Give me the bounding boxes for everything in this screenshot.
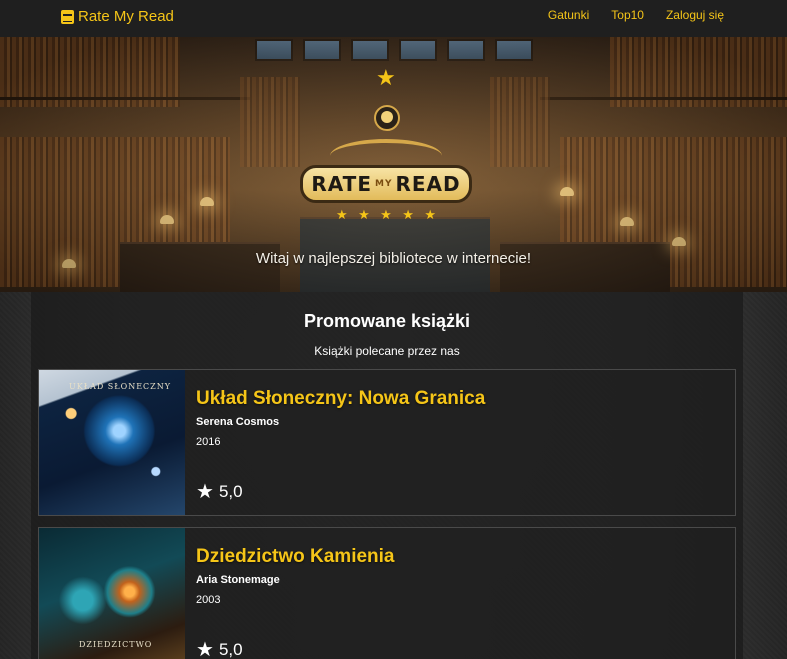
book-rating: ★ 5,0 [196, 482, 243, 502]
cover-title: DZIEDZICTWO [79, 640, 153, 649]
logo-word-my: MY [375, 179, 393, 189]
logo-word-rate: RATE [311, 172, 372, 196]
logo-banner: RATE MY READ [300, 165, 472, 203]
brand-label: Rate My Read [78, 8, 174, 25]
star-icon: ★ [424, 207, 436, 222]
book-card[interactable]: UKŁAD SŁONECZNY Układ Słoneczny: Nowa Gr… [38, 369, 736, 516]
logo-word-read: READ [395, 172, 461, 196]
book-year: 2016 [196, 436, 221, 448]
logo-stars: ★ ★ ★ ★ ★ [336, 207, 436, 223]
nav-link-top10[interactable]: Top10 [611, 8, 644, 22]
moon-icon [374, 105, 400, 131]
star-icon: ★ [336, 207, 348, 222]
star-icon: ★ [376, 65, 396, 90]
book-year: 2003 [196, 594, 221, 606]
nav-link-gatunki[interactable]: Gatunki [548, 8, 589, 22]
book-author: Aria Stonemage [196, 574, 280, 586]
cover-title: UKŁAD SŁONECZNY [69, 382, 171, 391]
book-cover[interactable]: DZIEDZICTWO [39, 528, 185, 659]
book-author: Serena Cosmos [196, 416, 280, 428]
brand-link[interactable]: Rate My Read [61, 8, 174, 25]
book-rating: ★ 5,0 [196, 640, 243, 659]
book-cover[interactable]: UKŁAD SŁONECZNY [39, 370, 185, 515]
star-icon: ★ [380, 207, 392, 222]
rating-value: 5,0 [218, 482, 243, 501]
book-title[interactable]: Dziedzictwo Kamienia [196, 546, 395, 568]
book-icon [61, 9, 74, 24]
nav-link-login[interactable]: Zaloguj się [666, 8, 724, 22]
promoted-books-panel: Promowane książki Książki polecane przez… [31, 292, 743, 659]
top-navbar: Rate My Read Gatunki Top10 Zaloguj się [0, 0, 787, 37]
hero-tagline: Witaj w najlepszej bibliotece w internec… [255, 250, 532, 267]
section-title: Promowane książki [303, 311, 471, 331]
hero-banner: ★ RATE MY READ ★ ★ ★ ★ ★ Witaj w najleps… [0, 37, 787, 292]
book-card[interactable]: DZIEDZICTWO Dziedzictwo Kamienia Aria St… [38, 527, 736, 659]
star-icon: ★ [402, 207, 414, 222]
nav-links: Gatunki Top10 Zaloguj się [548, 8, 724, 22]
section-subtitle: Książki polecane przez nas [314, 344, 460, 358]
book-title[interactable]: Układ Słoneczny: Nowa Granica [196, 388, 485, 410]
star-icon: ★ [358, 207, 370, 222]
site-logo: ★ RATE MY READ ★ ★ ★ ★ ★ [300, 67, 472, 232]
rating-value: 5,0 [218, 640, 243, 659]
star-icon: ★ [196, 639, 214, 659]
star-icon: ★ [196, 481, 214, 503]
